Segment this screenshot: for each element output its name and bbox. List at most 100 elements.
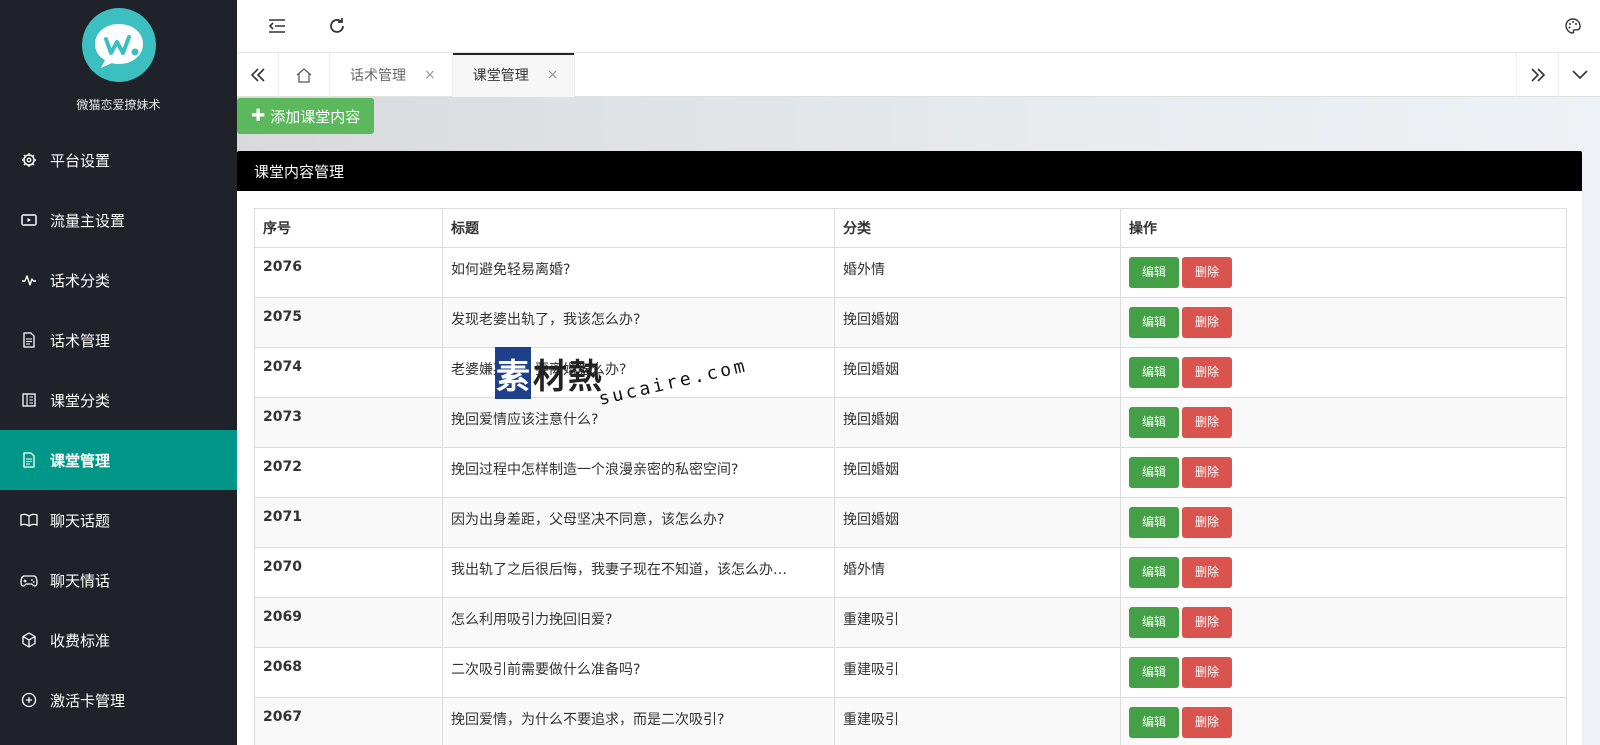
sidebar: 微猫恋爱撩妹术 平台设置 流量主设置 话术分类 话术管理 课堂分类 课堂管理 聊…: [0, 0, 237, 745]
play-icon: [20, 211, 38, 229]
class-content-table: 序号 标题 分类 操作 2076 如何避免轻易离婚? 婚外情 编辑 删除 2075: [254, 208, 1567, 745]
sidebar-item-label: 话术管理: [50, 331, 111, 350]
delete-button[interactable]: 删除: [1182, 507, 1232, 538]
delete-button[interactable]: 删除: [1182, 607, 1232, 638]
double-chevron-right-icon: [1530, 68, 1545, 82]
sidebar-item-label: 课堂管理: [50, 451, 111, 470]
delete-button[interactable]: 删除: [1182, 357, 1232, 388]
table-header-row: 序号 标题 分类 操作: [254, 208, 1567, 248]
edit-button[interactable]: 编辑: [1129, 357, 1179, 388]
delete-button[interactable]: 删除: [1182, 257, 1232, 288]
cell-title: 如何避免轻易离婚?: [442, 247, 835, 298]
cell-actions: 编辑 删除: [1120, 497, 1567, 548]
palette-icon: [1565, 18, 1581, 34]
refresh-icon: [330, 18, 344, 33]
cell-category: 挽回婚姻: [834, 297, 1121, 348]
sidebar-item-label: 聊天情话: [50, 571, 111, 590]
cell-category: 婚外情: [834, 547, 1121, 598]
sidebar-item-traffic-settings[interactable]: 流量主设置: [0, 190, 237, 250]
table-row: 2070 我出轨了之后很后悔，我妻子现在不知道，该怎么办… 婚外情 编辑 删除: [254, 547, 1567, 598]
delete-button[interactable]: 删除: [1182, 657, 1232, 688]
cell-id: 2068: [254, 647, 443, 698]
sidebar-item-class-management[interactable]: 课堂管理: [0, 430, 237, 490]
table-row: 2075 发现老婆出轨了，我该怎么办? 挽回婚姻 编辑 删除: [254, 297, 1567, 348]
tabs-right-controls: [1516, 53, 1600, 97]
cell-actions: 编辑 删除: [1120, 397, 1567, 448]
app-logo[interactable]: [81, 8, 156, 82]
cell-title: 挽回过程中怎样制造一个浪漫亲密的私密空间?: [442, 447, 835, 498]
sidebar-item-label: 聊天话题: [50, 511, 111, 530]
double-chevron-left-icon: [250, 68, 265, 82]
cell-title: 二次吸引前需要做什么准备吗?: [442, 647, 835, 698]
delete-button[interactable]: 删除: [1182, 407, 1232, 438]
cell-title: 老婆嫌弃我，要离婚怎么办?: [442, 347, 835, 398]
sidebar-item-script-categories[interactable]: 话术分类: [0, 250, 237, 310]
cell-id: 2072: [254, 447, 443, 498]
cell-title: 我出轨了之后很后悔，我妻子现在不知道，该怎么办…: [442, 547, 835, 598]
tab-script-management[interactable]: 话术管理 ×: [330, 53, 453, 97]
table-row: 2068 二次吸引前需要做什么准备吗? 重建吸引 编辑 删除: [254, 647, 1567, 698]
sidebar-item-script-management[interactable]: 话术管理: [0, 310, 237, 370]
add-class-content-button[interactable]: ✚ 添加课堂内容: [237, 98, 375, 134]
tab-class-management[interactable]: 课堂管理 ×: [452, 53, 576, 97]
cell-category: 重建吸引: [834, 597, 1121, 648]
gear-icon: [20, 151, 38, 169]
sidebar-item-class-categories[interactable]: 课堂分类: [0, 370, 237, 430]
cell-id: 2067: [254, 697, 443, 745]
sidebar-nav: 平台设置 流量主设置 话术分类 话术管理 课堂分类 课堂管理 聊天话题 聊天情话…: [0, 130, 237, 730]
document-icon: [20, 331, 38, 349]
cell-id: 2075: [254, 297, 443, 348]
delete-button[interactable]: 删除: [1182, 457, 1232, 488]
sidebar-item-chat-topics[interactable]: 聊天话题: [0, 490, 237, 550]
cell-category: 重建吸引: [834, 697, 1121, 745]
cell-category: 重建吸引: [834, 647, 1121, 698]
refresh-button[interactable]: [324, 13, 350, 39]
edit-button[interactable]: 编辑: [1129, 407, 1179, 438]
cell-category: 挽回婚姻: [834, 497, 1121, 548]
tab-home[interactable]: [279, 53, 330, 97]
chat-bubble-logo-icon: [94, 24, 143, 68]
edit-button[interactable]: 编辑: [1129, 557, 1179, 588]
edit-button[interactable]: 编辑: [1129, 607, 1179, 638]
logo-area: 微猫恋爱撩妹术: [0, 0, 237, 130]
tabs-scroll-left-button[interactable]: [237, 53, 279, 97]
tab-close-icon[interactable]: ×: [424, 67, 436, 83]
table-row: 2072 挽回过程中怎样制造一个浪漫亲密的私密空间? 挽回婚姻 编辑 删除: [254, 447, 1567, 498]
tabs-scroll-right-button[interactable]: [1516, 53, 1558, 97]
sidebar-item-chat-love-words[interactable]: 聊天情话: [0, 550, 237, 610]
tab-close-icon[interactable]: ×: [547, 67, 559, 83]
edit-button[interactable]: 编辑: [1129, 257, 1179, 288]
cell-actions: 编辑 删除: [1120, 697, 1567, 745]
content-area: ✚ 添加课堂内容 课堂内容管理 序号 标题 分类 操作 2076 如何避免轻易离…: [237, 97, 1600, 745]
edit-button[interactable]: 编辑: [1129, 707, 1179, 738]
theme-button[interactable]: [1560, 13, 1586, 39]
document-icon: [20, 451, 38, 469]
menu-fold-icon: [268, 19, 285, 33]
sidebar-item-platform-settings[interactable]: 平台设置: [0, 130, 237, 190]
tabs-dropdown-button[interactable]: [1558, 53, 1600, 97]
add-button-label: 添加课堂内容: [270, 107, 361, 126]
cell-category: 挽回婚姻: [834, 447, 1121, 498]
edit-button[interactable]: 编辑: [1129, 507, 1179, 538]
cell-id: 2070: [254, 547, 443, 598]
collapse-sidebar-button[interactable]: [264, 13, 290, 39]
class-content-panel: 课堂内容管理 序号 标题 分类 操作 2076 如何避免轻易离婚? 婚外情 编辑…: [237, 151, 1582, 745]
top-header: [237, 0, 1600, 53]
edit-button[interactable]: 编辑: [1129, 657, 1179, 688]
sidebar-item-activation-cards[interactable]: 激活卡管理: [0, 670, 237, 730]
sidebar-item-label: 课堂分类: [50, 391, 111, 410]
edit-button[interactable]: 编辑: [1129, 457, 1179, 488]
app-name: 微猫恋爱撩妹术: [76, 98, 161, 112]
cell-id: 2076: [254, 247, 443, 298]
edit-button[interactable]: 编辑: [1129, 307, 1179, 338]
cell-title: 发现老婆出轨了，我该怎么办?: [442, 297, 835, 348]
delete-button[interactable]: 删除: [1182, 707, 1232, 738]
sidebar-item-label: 平台设置: [50, 151, 111, 170]
cell-category: 挽回婚姻: [834, 347, 1121, 398]
delete-button[interactable]: 删除: [1182, 557, 1232, 588]
column-header-title: 标题: [442, 208, 835, 248]
delete-button[interactable]: 删除: [1182, 307, 1232, 338]
sidebar-item-pricing[interactable]: 收费标准: [0, 610, 237, 670]
cell-actions: 编辑 删除: [1120, 297, 1567, 348]
tab-label: 课堂管理: [472, 68, 529, 84]
